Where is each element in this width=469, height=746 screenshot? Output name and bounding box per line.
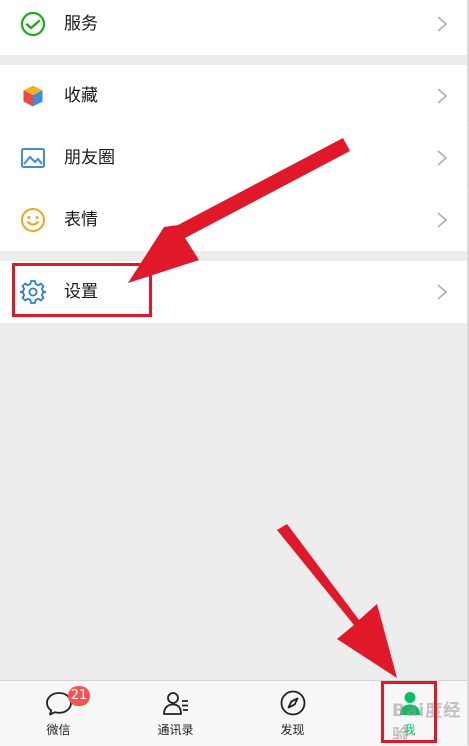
chevron-right-icon bbox=[437, 150, 448, 166]
compass-icon bbox=[280, 690, 305, 716]
menu-item-favorites[interactable]: 收藏 bbox=[0, 65, 467, 127]
album-icon bbox=[21, 148, 45, 168]
menu-item-services[interactable]: 服务 bbox=[0, 0, 467, 55]
menu-item-stickers-label: 表情 bbox=[64, 210, 98, 230]
menu-item-moments[interactable]: 朋友圈 bbox=[0, 127, 467, 189]
menu-item-stickers[interactable]: 表情 bbox=[0, 189, 467, 251]
menu-item-services-label: 服务 bbox=[64, 14, 98, 34]
chevron-right-icon bbox=[437, 16, 448, 32]
wechat-pay-icon bbox=[20, 11, 46, 37]
me-tab-highlight-box bbox=[381, 681, 437, 743]
menu-item-favorites-label: 收藏 bbox=[64, 86, 98, 106]
settings-highlight-box bbox=[12, 263, 152, 317]
tab-chats[interactable]: 21 微信 bbox=[0, 681, 117, 746]
unread-badge: 21 bbox=[68, 686, 90, 706]
tab-contacts[interactable]: 通讯录 bbox=[117, 681, 234, 746]
contacts-icon bbox=[162, 692, 188, 715]
tab-discover-label: 发现 bbox=[280, 723, 305, 737]
favorites-cube-icon bbox=[22, 84, 44, 108]
chevron-right-icon bbox=[437, 212, 448, 228]
tab-discover[interactable]: 发现 bbox=[234, 681, 351, 746]
smiley-icon bbox=[21, 208, 45, 232]
menu-item-moments-label: 朋友圈 bbox=[64, 148, 115, 168]
chevron-right-icon bbox=[437, 284, 448, 300]
tab-chats-label: 微信 bbox=[46, 723, 71, 737]
tab-contacts-label: 通讯录 bbox=[157, 723, 194, 737]
chevron-right-icon bbox=[437, 88, 448, 104]
